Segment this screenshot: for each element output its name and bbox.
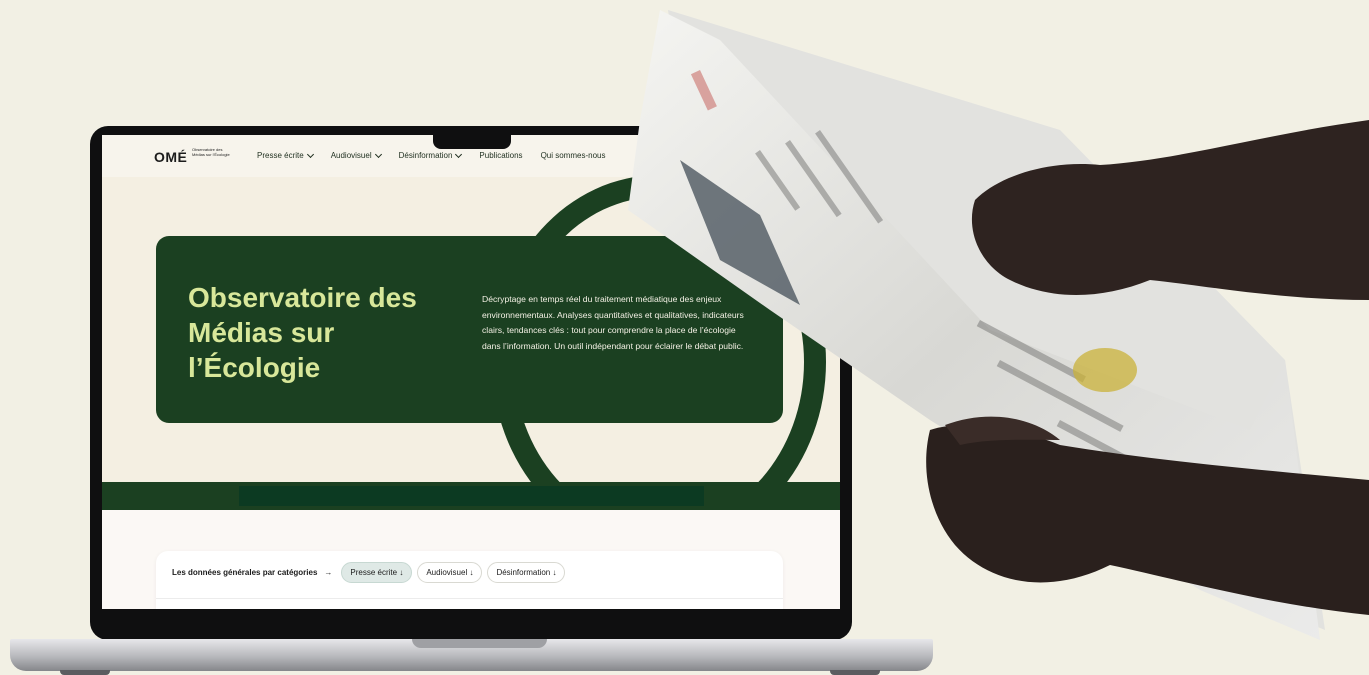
arrow-right-icon: → [324, 568, 333, 577]
browser-screen: OMÉ Observatoire des Médias sur l'Écolog… [102, 135, 840, 609]
nav-item-label: Publications [479, 151, 523, 160]
nav-item-audiovisuel[interactable]: Audiovisuel [330, 150, 382, 160]
chevron-down-icon [374, 150, 382, 158]
laptop-foot-left [60, 670, 110, 675]
nav-item-qui-sommes-nous[interactable]: Qui sommes-nous [541, 151, 606, 160]
laptop-opening-notch [412, 639, 547, 648]
newspaper-headline-red [690, 69, 717, 111]
newspaper-text-block [996, 360, 1124, 432]
hero-description: Décryptage en temps réel du traitement m… [482, 294, 744, 351]
site-logo[interactable]: OMÉ [154, 149, 187, 165]
green-band [102, 482, 840, 510]
newspaper-text-block [976, 320, 1086, 383]
newspaper-text-block [1056, 419, 1175, 488]
laptop-base [10, 639, 933, 671]
logo-subtitle: Observatoire des Médias sur l'Écologie [192, 147, 230, 157]
camera-notch [433, 126, 511, 149]
lower-hand [926, 425, 1369, 615]
hero-banner: Observatoire des Médias sur l’Écologie D… [156, 236, 783, 423]
chevron-down-icon [306, 150, 314, 158]
green-band-inner [239, 486, 704, 506]
hero-title: Observatoire des Médias sur l’Écologie [188, 282, 417, 383]
main-nav: Presse écrite Audiovisuel Désinformation… [257, 150, 606, 160]
nav-item-publications[interactable]: Publications [479, 151, 522, 160]
category-card: Les données générales par catégories → P… [156, 551, 783, 609]
laptop-frame: OMÉ Observatoire des Médias sur l'Écolog… [90, 126, 852, 640]
laptop-foot-right [830, 670, 880, 675]
nav-item-presse-ecrite[interactable]: Presse écrite [257, 150, 314, 160]
pill-audiovisuel[interactable]: Audiovisuel ↓ [417, 562, 483, 583]
pill-desinformation[interactable]: Désinformation ↓ [487, 562, 566, 583]
nav-item-label: Presse écrite [257, 151, 304, 160]
lower-thumb [945, 416, 1060, 445]
upper-hand [971, 120, 1369, 300]
category-filter-row: Les données générales par catégories → P… [172, 562, 566, 583]
newspaper-illustration [1073, 348, 1137, 392]
nav-item-label: Désinformation [398, 151, 453, 160]
chevron-down-icon [455, 150, 463, 158]
nav-item-desinformation[interactable]: Désinformation [398, 150, 463, 160]
nav-item-label: Qui sommes-nous [540, 151, 606, 160]
card-divider [156, 598, 783, 599]
filter-label: Les données générales par catégories [172, 568, 318, 577]
data-section: Les données générales par catégories → P… [102, 510, 840, 609]
pill-presse-ecrite[interactable]: Presse écrite ↓ [341, 562, 413, 583]
nav-item-label: Audiovisuel [330, 151, 372, 160]
